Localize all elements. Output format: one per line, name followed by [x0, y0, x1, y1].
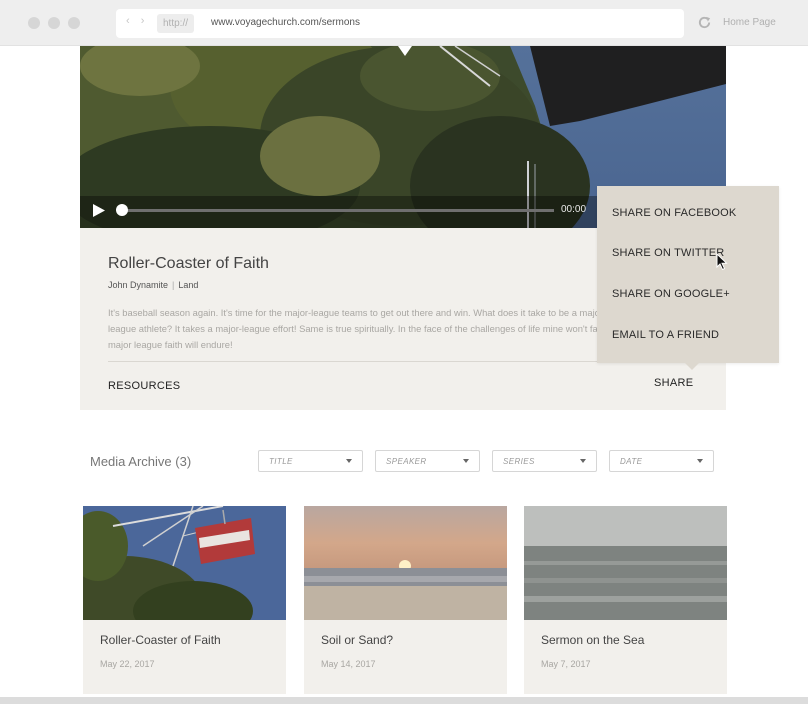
media-card[interactable]: Soil or Sand? May 14, 2017: [304, 506, 507, 694]
share-google-item[interactable]: SHARE ON GOOGLE+: [612, 288, 730, 300]
media-card-date: May 7, 2017: [541, 659, 591, 669]
title-filter-dropdown[interactable]: TITLE: [258, 450, 363, 472]
media-card-date: May 22, 2017: [100, 659, 155, 669]
beach-sunset-image: [304, 506, 507, 620]
email-friend-item[interactable]: EMAIL TO A FRIEND: [612, 329, 719, 341]
speaker-filter-dropdown[interactable]: SPEAKER: [375, 450, 480, 472]
sea-waves-image: [524, 506, 727, 620]
progress-bar[interactable]: [122, 209, 554, 212]
ferris-wheel-image: [83, 506, 286, 620]
date-filter-dropdown[interactable]: DATE: [609, 450, 714, 472]
filter-label: DATE: [620, 457, 643, 466]
series-name[interactable]: Land: [178, 280, 198, 290]
filter-label: SPEAKER: [386, 457, 427, 466]
media-card-date: May 14, 2017: [321, 659, 376, 669]
sermon-byline: John Dynamite | Land: [108, 280, 198, 290]
time-display: 00:00: [561, 204, 587, 215]
home-page-link[interactable]: Home Page: [723, 17, 776, 28]
media-archive-title: Media Archive (3): [90, 454, 192, 469]
url-protocol: http://: [157, 14, 195, 33]
chevron-down-icon: [346, 459, 352, 463]
browser-toolbar: ‹ › http:// www.voyagechurch.com/sermons…: [0, 0, 808, 46]
window-zoom-button[interactable]: [68, 17, 80, 29]
chevron-down-icon: [580, 459, 586, 463]
byline-separator: |: [172, 280, 175, 290]
back-forward-arrows-icon[interactable]: ‹ ›: [126, 15, 148, 27]
media-card[interactable]: Roller-Coaster of Faith May 22, 2017: [83, 506, 286, 694]
share-facebook-item[interactable]: SHARE ON FACEBOOK: [612, 207, 736, 219]
share-menu: SHARE ON FACEBOOK SHARE ON TWITTER SHARE…: [597, 186, 779, 370]
media-card[interactable]: Sermon on the Sea May 7, 2017: [524, 506, 727, 694]
mouse-cursor-icon: [716, 253, 728, 271]
address-bar[interactable]: ‹ › http:// www.voyagechurch.com/sermons: [116, 9, 684, 38]
sermon-description: It's baseball season again. It's time fo…: [108, 307, 614, 350]
media-card-title[interactable]: Sermon on the Sea: [541, 633, 644, 647]
series-filter-dropdown[interactable]: SERIES: [492, 450, 597, 472]
media-card-title[interactable]: Soil or Sand?: [321, 633, 393, 647]
filter-label: SERIES: [503, 457, 535, 466]
window-minimize-button[interactable]: [48, 17, 60, 29]
media-card-title[interactable]: Roller-Coaster of Faith: [100, 633, 221, 647]
share-twitter-item[interactable]: SHARE ON TWITTER: [612, 247, 724, 259]
url-text[interactable]: www.voyagechurch.com/sermons: [211, 17, 360, 28]
window-bottom-edge: [0, 697, 808, 704]
speaker-name[interactable]: John Dynamite: [108, 280, 168, 290]
chevron-down-icon: [697, 459, 703, 463]
share-button[interactable]: SHARE: [654, 377, 693, 389]
sermon-title: Roller-Coaster of Faith: [108, 255, 269, 272]
play-icon[interactable]: [93, 204, 105, 217]
progress-handle[interactable]: [116, 204, 128, 216]
filter-label: TITLE: [269, 457, 293, 466]
reload-icon[interactable]: [697, 15, 712, 30]
window-close-button[interactable]: [28, 17, 40, 29]
chevron-down-icon: [463, 459, 469, 463]
resources-button[interactable]: RESOURCES: [108, 380, 180, 392]
